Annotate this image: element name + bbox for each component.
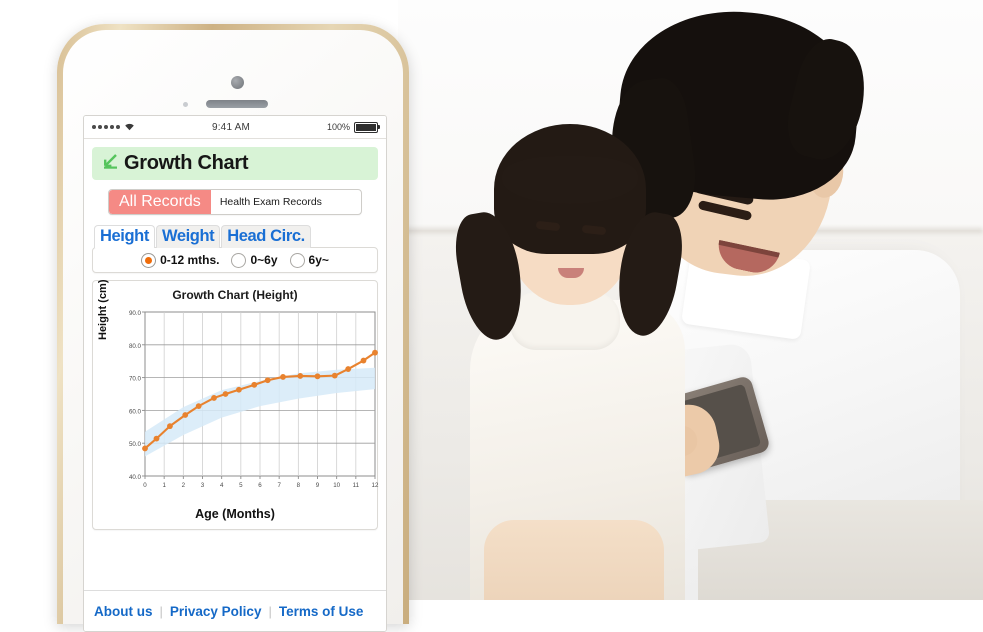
signal-dots-icon [92, 125, 120, 129]
front-camera-icon [231, 76, 244, 89]
svg-text:70.0: 70.0 [129, 376, 142, 383]
svg-text:6: 6 [258, 482, 262, 489]
svg-text:0: 0 [143, 482, 147, 489]
svg-text:90.0: 90.0 [129, 310, 142, 317]
tab-head-circumference[interactable]: Head Circ. [221, 225, 311, 248]
growth-chart-card: Growth Chart (Height) Height (cm) 40.0 50… [92, 280, 379, 530]
photo-girl-legs [484, 520, 664, 600]
tab-weight[interactable]: Weight [155, 225, 221, 248]
svg-text:10: 10 [333, 482, 340, 489]
footer-separator: | [159, 603, 163, 619]
radio-6-years-plus[interactable]: 6y~ [289, 252, 329, 268]
radio-unselected-icon[interactable] [231, 252, 247, 268]
chart-y-axis-label: Height (cm) [97, 279, 109, 341]
growth-chart-svg: 40.050.060.070.080.090.00 1 2 3 4 5 6 7 8 9 10 11 12 [129, 310, 379, 489]
records-segmented-control[interactable]: All Records Health Exam Records [108, 189, 362, 215]
phone-body: 9:41 AM 100% Growth Chart All Records He… [63, 30, 403, 632]
proximity-sensor-icon [183, 102, 188, 107]
status-bar-time: 9:41 AM [211, 121, 251, 133]
chart-x-axis-label: Age (Months) [195, 507, 275, 521]
radio-0-12-months[interactable]: 0-12 mths. [141, 252, 220, 268]
radio-unselected-icon[interactable] [289, 252, 305, 268]
footer-links: About us | Privacy Policy | Terms of Use [84, 590, 386, 631]
phone-screen: 9:41 AM 100% Growth Chart All Records He… [83, 115, 387, 632]
link-terms-of-use[interactable]: Terms of Use [279, 604, 364, 619]
svg-text:9: 9 [316, 482, 320, 489]
age-range-radio-group[interactable]: 0-12 mths. 0~6y 6y~ [92, 247, 378, 273]
photo-girl-bangs [502, 156, 638, 204]
chart-plot-area: Height (cm) 40.0 50.0 60.0 70.0 80.0 90.0 0 1 2 3… [97, 280, 379, 506]
chart-title: Growth Chart (Height) [172, 288, 298, 302]
link-about-us[interactable]: About us [94, 604, 153, 619]
radio-selected-icon[interactable] [141, 252, 157, 268]
status-bar-right: 100% [326, 121, 380, 133]
status-bar: 9:41 AM 100% [84, 116, 386, 139]
svg-text:3: 3 [201, 482, 205, 489]
svg-text:1: 1 [162, 482, 166, 489]
radio-0-6-years-label: 0~6y [250, 253, 278, 267]
tab-height[interactable]: Height [94, 225, 155, 248]
trend-arrow-down-left-icon [100, 152, 119, 176]
phone-mockup: 9:41 AM 100% Growth Chart All Records He… [57, 24, 409, 632]
svg-text:2: 2 [182, 482, 186, 489]
status-bar-left [92, 118, 135, 136]
link-privacy-policy[interactable]: Privacy Policy [170, 604, 262, 619]
svg-text:5: 5 [239, 482, 243, 489]
background-photo [398, 0, 983, 600]
radio-0-6-years[interactable]: 0~6y [231, 252, 278, 268]
segment-all-records[interactable]: All Records [109, 190, 211, 214]
battery-full-icon [354, 121, 380, 133]
segment-health-exam-records[interactable]: Health Exam Records [211, 196, 331, 208]
app-page: Growth Chart All Records Health Exam Rec… [84, 139, 386, 530]
wifi-icon [124, 118, 135, 136]
svg-text:60.0: 60.0 [129, 408, 142, 415]
svg-text:11: 11 [353, 482, 360, 489]
measurement-tabs[interactable]: Height Weight Head Circ. [92, 225, 378, 248]
svg-text:7: 7 [277, 482, 281, 489]
radio-6-years-plus-label: 6y~ [308, 253, 329, 267]
svg-text:50.0: 50.0 [129, 441, 142, 448]
footer-separator: | [268, 603, 272, 619]
svg-text:12: 12 [372, 482, 379, 489]
earpiece-speaker [206, 100, 268, 108]
svg-text:40.0: 40.0 [129, 474, 142, 481]
battery-percent-label: 100% [326, 122, 350, 132]
svg-text:8: 8 [297, 482, 301, 489]
svg-text:80.0: 80.0 [129, 343, 142, 350]
svg-text:4: 4 [220, 482, 224, 489]
page-title: Growth Chart [124, 152, 249, 174]
radio-0-12-months-label: 0-12 mths. [160, 253, 220, 267]
page-title-bar: Growth Chart [92, 147, 378, 180]
